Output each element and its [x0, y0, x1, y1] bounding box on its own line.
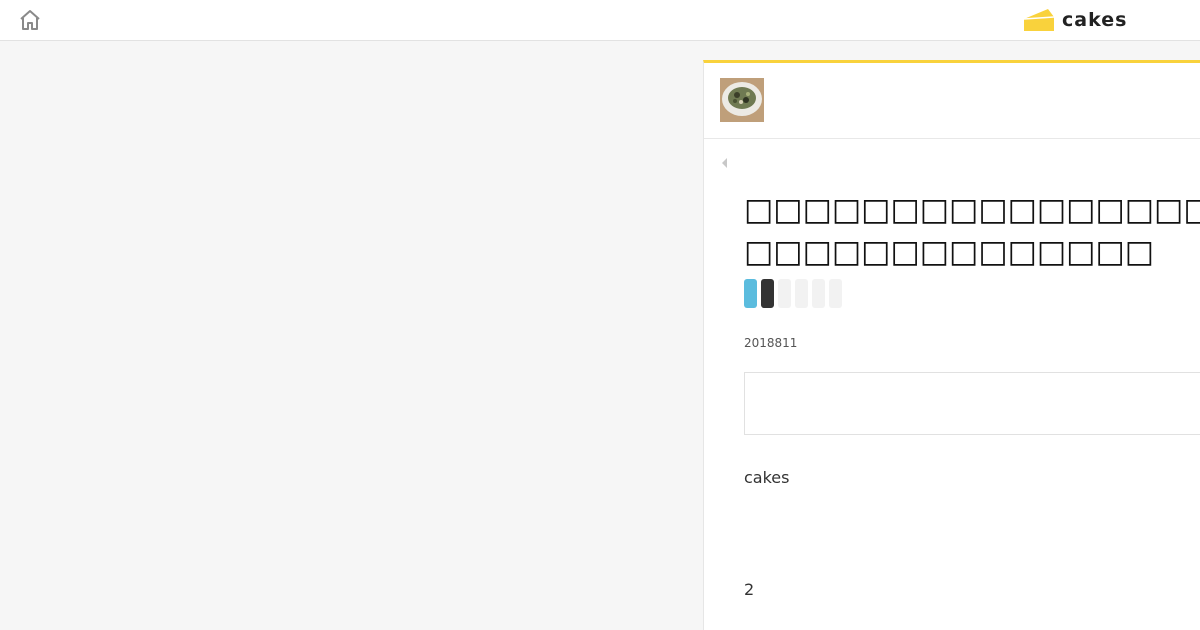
cakes-logo[interactable]: cakes — [1022, 5, 1127, 35]
info-box — [744, 372, 1200, 435]
logo-text: cakes — [1062, 9, 1128, 31]
article-panel: □□□□□□□□□□□□□□□□□□□□□□□□□□□□□□□□□□ 20188… — [703, 60, 1200, 630]
share-buttons — [744, 279, 842, 308]
article-title: □□□□□□□□□□□□□□□□□□□□□□□□□□□□□□□□□□ — [744, 192, 1200, 270]
share-button-dark[interactable] — [761, 279, 774, 308]
cake-slice-icon — [1023, 9, 1055, 31]
top-bar: cakes — [0, 0, 1200, 41]
article-thumbnail[interactable] — [720, 78, 764, 122]
caret-left-icon — [722, 158, 727, 168]
article-paragraph: cakes — [744, 468, 790, 487]
home-icon — [20, 10, 40, 30]
left-empty-area — [0, 41, 703, 630]
share-button-4[interactable] — [795, 279, 808, 308]
article-paragraph: 2 — [744, 580, 755, 599]
share-button-3[interactable] — [778, 279, 791, 308]
share-button-6[interactable] — [829, 279, 842, 308]
food-photo-image — [720, 78, 764, 122]
share-button-twitter[interactable] — [744, 279, 757, 308]
share-button-5[interactable] — [812, 279, 825, 308]
home-button[interactable] — [18, 8, 42, 32]
publish-date: 2018811 — [744, 336, 798, 350]
back-arrow-button[interactable] — [720, 154, 730, 168]
panel-header — [704, 63, 1200, 139]
